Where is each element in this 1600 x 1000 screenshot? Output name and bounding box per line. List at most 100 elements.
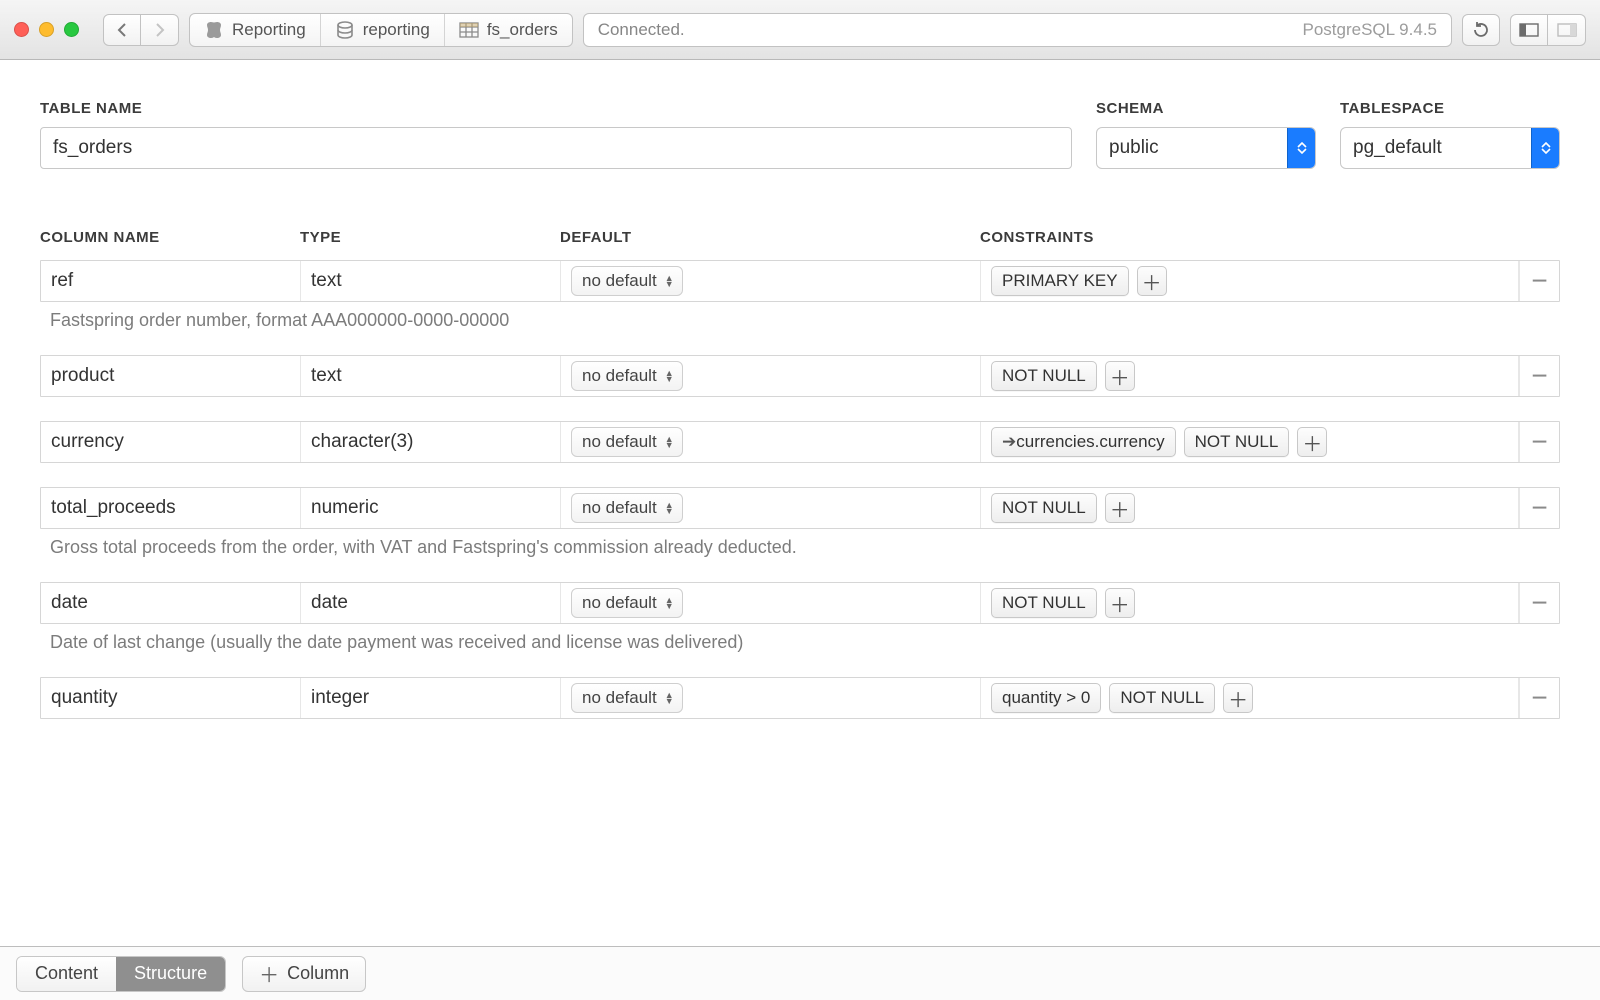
column-description: Fastspring order number, format AAA00000…: [40, 302, 1560, 331]
constraint-chip-fk[interactable]: currencies.currency: [991, 427, 1176, 457]
panel-right-icon: [1557, 23, 1577, 37]
add-constraint-button[interactable]: ＋: [1105, 361, 1135, 391]
reload-button[interactable]: [1462, 14, 1500, 46]
label-schema: SCHEMA: [1096, 100, 1316, 117]
constraint-chip[interactable]: PRIMARY KEY: [991, 266, 1129, 296]
column-default-select[interactable]: no default ▲▼: [571, 493, 683, 523]
window-traffic-lights: [14, 22, 79, 37]
add-constraint-button[interactable]: ＋: [1223, 683, 1253, 713]
plus-icon: ＋: [259, 959, 279, 988]
header-default: DEFAULT: [560, 229, 980, 246]
remove-column-button[interactable]: −: [1519, 422, 1559, 462]
header-type: TYPE: [300, 229, 560, 246]
column-description: Gross total proceeds from the order, wit…: [40, 529, 1560, 558]
column-block: date date no default ▲▼ NOT NULL ＋ −Date of l…: [40, 582, 1560, 653]
connection-status-text: Connected.: [598, 20, 685, 40]
column-block: total_proceeds numeric no default ▲▼ NOT NU…: [40, 487, 1560, 558]
column-type-cell[interactable]: text: [311, 270, 342, 292]
schema-select[interactable]: public: [1096, 127, 1316, 169]
tab-content[interactable]: Content: [17, 957, 116, 991]
remove-column-button[interactable]: −: [1519, 488, 1559, 528]
header-constraints: CONSTRAINTS: [980, 229, 1520, 246]
chevron-right-icon: [155, 23, 165, 37]
add-constraint-button[interactable]: ＋: [1105, 493, 1135, 523]
column-block: currency character(3) no default ▲▼ currenc…: [40, 421, 1560, 463]
constraint-chip[interactable]: NOT NULL: [991, 588, 1097, 618]
column-block: ref text no default ▲▼ PRIMARY KEY ＋ −Fastspr…: [40, 260, 1560, 331]
connection-engine-text: PostgreSQL 9.4.5: [1302, 20, 1437, 40]
add-column-label: Column: [287, 963, 349, 984]
table-name-input[interactable]: [40, 127, 1072, 169]
add-column-button[interactable]: ＋ Column: [242, 956, 366, 992]
add-constraint-button[interactable]: ＋: [1105, 588, 1135, 618]
column-default-select[interactable]: no default ▲▼: [571, 361, 683, 391]
column-constraints-cell: quantity > 0 NOT NULL ＋: [981, 678, 1519, 718]
column-row: total_proceeds numeric no default ▲▼ NOT NU…: [40, 487, 1560, 529]
column-default-select[interactable]: no default ▲▼: [571, 266, 683, 296]
column-name-cell[interactable]: currency: [51, 431, 124, 453]
window-titlebar: Reporting reporting fs_orders Connected.…: [0, 0, 1600, 60]
column-default-select[interactable]: no default ▲▼: [571, 683, 683, 713]
column-type-cell[interactable]: date: [311, 592, 348, 614]
column-row: quantity integer no default ▲▼ quantity > 0…: [40, 677, 1560, 719]
add-constraint-button[interactable]: ＋: [1137, 266, 1167, 296]
nav-back-button[interactable]: [103, 14, 141, 46]
breadcrumb-server[interactable]: Reporting: [190, 14, 321, 46]
tab-structure[interactable]: Structure: [116, 957, 225, 991]
column-type-cell[interactable]: numeric: [311, 497, 379, 519]
window-minimize-button[interactable]: [39, 22, 54, 37]
chevron-left-icon: [117, 23, 127, 37]
column-default-select[interactable]: no default ▲▼: [571, 588, 683, 618]
column-default-select[interactable]: no default ▲▼: [571, 427, 683, 457]
breadcrumb: Reporting reporting fs_orders: [189, 13, 573, 47]
tablespace-select[interactable]: pg_default: [1340, 127, 1560, 169]
column-row: ref text no default ▲▼ PRIMARY KEY ＋ −: [40, 260, 1560, 302]
constraint-chip[interactable]: NOT NULL: [991, 361, 1097, 391]
column-name-cell[interactable]: ref: [51, 270, 73, 292]
breadcrumb-database[interactable]: reporting: [321, 14, 445, 46]
stepper-arrows-icon: ▲▼: [665, 370, 674, 382]
stepper-arrows-icon: ▲▼: [665, 275, 674, 287]
breadcrumb-table[interactable]: fs_orders: [445, 14, 572, 46]
connection-status-field: Connected. PostgreSQL 9.4.5: [583, 13, 1452, 47]
constraint-chip[interactable]: NOT NULL: [991, 493, 1097, 523]
stepper-arrows-icon: ▲▼: [665, 692, 674, 704]
remove-column-button[interactable]: −: [1519, 356, 1559, 396]
column-block: quantity integer no default ▲▼ quantity > 0…: [40, 677, 1560, 719]
tablespace-select-value: pg_default: [1341, 137, 1531, 159]
window-zoom-button[interactable]: [64, 22, 79, 37]
table-icon: [459, 20, 479, 40]
bottom-bar: Content Structure ＋ Column: [0, 946, 1600, 1000]
remove-column-button[interactable]: −: [1519, 261, 1559, 301]
schema-select-value: public: [1097, 137, 1287, 159]
column-constraints-cell: currencies.currency NOT NULL＋: [981, 422, 1519, 462]
column-name-cell[interactable]: quantity: [51, 687, 118, 709]
constraint-chip[interactable]: NOT NULL: [1109, 683, 1215, 713]
add-constraint-button[interactable]: ＋: [1297, 427, 1327, 457]
stepper-arrows-icon: ▲▼: [665, 502, 674, 514]
remove-column-button[interactable]: −: [1519, 583, 1559, 623]
remove-column-button[interactable]: −: [1519, 678, 1559, 718]
column-type-cell[interactable]: integer: [311, 687, 369, 709]
elephant-icon: [204, 20, 224, 40]
constraint-chip[interactable]: quantity > 0: [991, 683, 1101, 713]
constraint-chip[interactable]: NOT NULL: [1184, 427, 1290, 457]
column-name-cell[interactable]: date: [51, 592, 88, 614]
column-constraints-cell: NOT NULL ＋: [981, 583, 1519, 623]
column-type-cell[interactable]: character(3): [311, 431, 413, 453]
nav-forward-button[interactable]: [141, 14, 179, 46]
column-constraints-cell: NOT NULL ＋: [981, 488, 1519, 528]
column-name-cell[interactable]: product: [51, 365, 114, 387]
column-row: date date no default ▲▼ NOT NULL ＋ −: [40, 582, 1560, 624]
toggle-left-panel-button[interactable]: [1510, 14, 1548, 46]
reload-icon: [1472, 21, 1490, 39]
column-name-cell[interactable]: total_proceeds: [51, 497, 176, 519]
stepper-arrows-icon: ▲▼: [665, 597, 674, 609]
view-tabs: Content Structure: [16, 956, 226, 992]
column-type-cell[interactable]: text: [311, 365, 342, 387]
window-close-button[interactable]: [14, 22, 29, 37]
column-block: product text no default ▲▼ NOT NULL ＋ −: [40, 355, 1560, 397]
structure-editor: TABLE NAME SCHEMA public TABLESPACE pg_d…: [0, 60, 1600, 946]
toggle-right-panel-button[interactable]: [1548, 14, 1586, 46]
column-description: Date of last change (usually the date pa…: [40, 624, 1560, 653]
